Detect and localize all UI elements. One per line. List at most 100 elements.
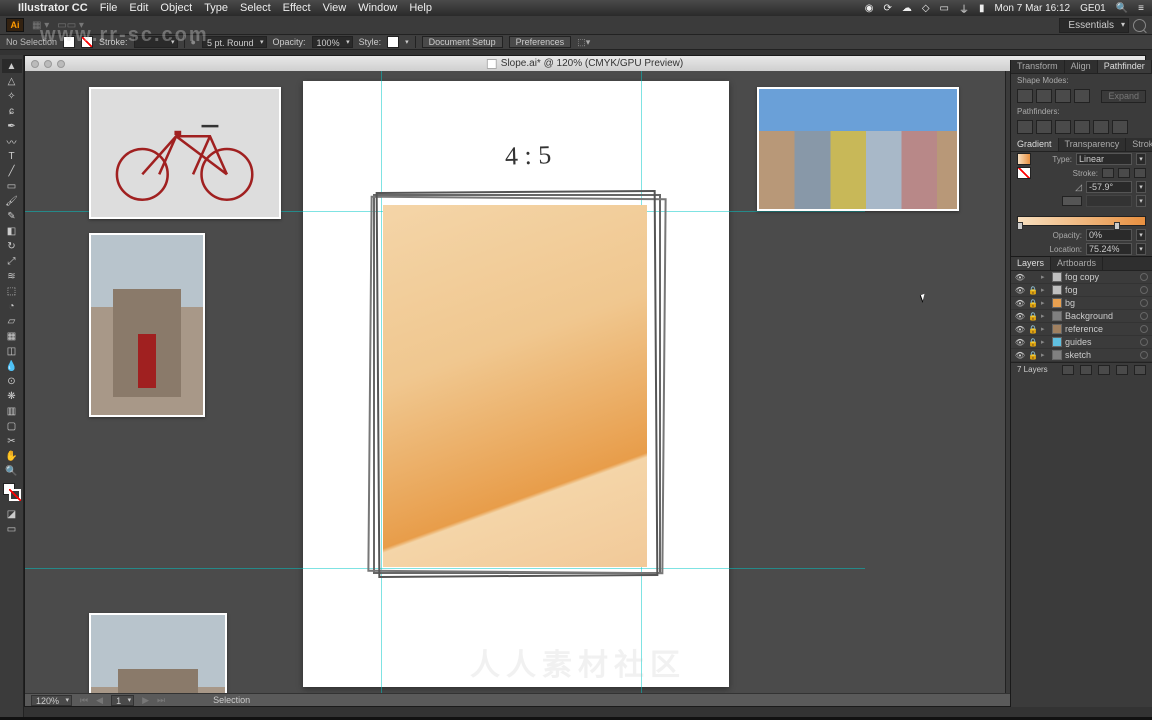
artboard-nav-first-icon[interactable]: ⏮ xyxy=(80,695,88,706)
twirl-icon[interactable]: ▸ xyxy=(1041,312,1049,320)
twirl-icon[interactable]: ▸ xyxy=(1041,286,1049,294)
pencil-tool[interactable]: ✎ xyxy=(2,209,22,223)
brush-dropdown[interactable]: 5 pt. Round xyxy=(202,36,267,48)
layer-row[interactable]: 👁🔒▸sketch xyxy=(1011,349,1152,362)
spotlight-icon[interactable]: 🔍 xyxy=(1116,3,1128,14)
new-sublayer-icon[interactable] xyxy=(1098,365,1110,375)
target-icon[interactable] xyxy=(1140,325,1148,333)
visibility-toggle-icon[interactable]: 👁 xyxy=(1015,272,1025,282)
dropdown-arrow-icon[interactable]: ▾ xyxy=(1136,195,1146,207)
make-clipping-mask-icon[interactable] xyxy=(1080,365,1092,375)
artboard-nav-prev-icon[interactable]: ◀ xyxy=(96,695,103,706)
lock-toggle-icon[interactable]: 🔒 xyxy=(1028,286,1038,295)
dropdown-arrow-icon[interactable]: ▾ xyxy=(1136,229,1146,241)
color-mode-icon[interactable]: ◪ xyxy=(2,507,22,521)
layer-row[interactable]: 👁🔒▸Background xyxy=(1011,310,1152,323)
menu-view[interactable]: View xyxy=(323,2,347,14)
magic-wand-tool[interactable]: ✧ xyxy=(2,89,22,103)
delete-layer-icon[interactable] xyxy=(1134,365,1146,375)
visibility-toggle-icon[interactable]: 👁 xyxy=(1015,298,1025,308)
align-to-icon[interactable]: ⬚▾ xyxy=(577,37,590,48)
status-wifi-icon[interactable]: ⏚ xyxy=(959,1,969,16)
arrange-icon[interactable]: ▭▭ ▾ xyxy=(57,20,84,31)
menu-type[interactable]: Type xyxy=(204,2,228,14)
aspect-ratio-icon[interactable] xyxy=(1062,196,1082,206)
twirl-icon[interactable]: ▸ xyxy=(1041,299,1049,307)
gradient-angle-field[interactable]: -57.9° xyxy=(1086,181,1132,193)
artboard-tool[interactable]: ▢ xyxy=(2,419,22,433)
window-minimize-button[interactable] xyxy=(44,60,52,68)
stroke-weight-field[interactable] xyxy=(134,36,178,48)
workspace-switcher[interactable]: Essentials xyxy=(1059,18,1129,33)
twirl-icon[interactable]: ▸ xyxy=(1041,325,1049,333)
tab-artboards[interactable]: Artboards xyxy=(1051,257,1103,270)
stroke-swatch[interactable] xyxy=(81,36,93,48)
paintbrush-tool[interactable]: 🖌 xyxy=(2,194,22,208)
gradient-tool[interactable]: ◫ xyxy=(2,344,22,358)
status-battery-icon[interactable]: ▮ xyxy=(979,3,985,14)
lock-toggle-icon[interactable]: 🔒 xyxy=(1028,299,1038,308)
unite-button[interactable] xyxy=(1017,89,1033,103)
divide-button[interactable] xyxy=(1017,120,1033,134)
status-display-icon[interactable]: ▭ xyxy=(940,3,949,14)
zoom-field[interactable]: 120% xyxy=(31,695,72,706)
menu-object[interactable]: Object xyxy=(160,2,192,14)
gradient-stop[interactable] xyxy=(1114,222,1120,230)
window-zoom-button[interactable] xyxy=(57,60,65,68)
tab-stroke[interactable]: Stroke xyxy=(1126,138,1152,151)
stroke-along-icon[interactable] xyxy=(1118,168,1130,178)
style-swatch[interactable] xyxy=(387,36,399,48)
curvature-tool[interactable]: 〰 xyxy=(2,134,22,148)
artboard-nav-next-icon[interactable]: ▶ xyxy=(142,695,149,706)
hand-tool[interactable]: ✋ xyxy=(2,449,22,463)
layer-name[interactable]: fog copy xyxy=(1065,272,1137,282)
gradient-location-field[interactable]: 75.24% xyxy=(1086,243,1132,255)
menubar-clock[interactable]: Mon 7 Mar 16:12 xyxy=(995,3,1071,14)
fill-stroke-indicator[interactable] xyxy=(3,483,21,501)
target-icon[interactable] xyxy=(1140,351,1148,359)
status-record-icon[interactable]: ◉ xyxy=(865,3,874,14)
symbol-sprayer-tool[interactable]: ❋ xyxy=(2,389,22,403)
window-close-button[interactable] xyxy=(31,60,39,68)
target-icon[interactable] xyxy=(1140,286,1148,294)
tab-layers[interactable]: Layers xyxy=(1011,257,1051,270)
visibility-toggle-icon[interactable]: 👁 xyxy=(1015,350,1025,360)
artboard-number-field[interactable]: 1 xyxy=(111,695,134,706)
layer-name[interactable]: bg xyxy=(1065,298,1137,308)
eraser-tool[interactable]: ◧ xyxy=(2,224,22,238)
minus-back-button[interactable] xyxy=(1112,120,1128,134)
stroke-within-icon[interactable] xyxy=(1102,168,1114,178)
expand-button[interactable]: Expand xyxy=(1101,90,1146,103)
tab-align[interactable]: Align xyxy=(1065,60,1098,73)
minus-front-button[interactable] xyxy=(1036,89,1052,103)
graph-tool[interactable]: ▥ xyxy=(2,404,22,418)
twirl-icon[interactable]: ▸ xyxy=(1041,338,1049,346)
dropdown-arrow-icon[interactable]: ▾ xyxy=(1136,181,1146,193)
lock-toggle-icon[interactable]: 🔒 xyxy=(1028,351,1038,360)
merge-button[interactable] xyxy=(1055,120,1071,134)
target-icon[interactable] xyxy=(1140,299,1148,307)
lock-toggle-icon[interactable]: 🔒 xyxy=(1028,338,1038,347)
tab-pathfinder[interactable]: Pathfinder xyxy=(1098,60,1152,73)
menubar-user[interactable]: GE01 xyxy=(1080,3,1106,14)
rotate-tool[interactable]: ↻ xyxy=(2,239,22,253)
line-tool[interactable]: ╱ xyxy=(2,164,22,178)
layer-name[interactable]: guides xyxy=(1065,337,1137,347)
notification-icon[interactable]: ≡ xyxy=(1138,3,1144,14)
scale-tool[interactable]: ⤢ xyxy=(2,254,22,268)
gradient-opacity-field[interactable]: 0% xyxy=(1086,229,1132,241)
visibility-toggle-icon[interactable]: 👁 xyxy=(1015,311,1025,321)
eyedropper-tool[interactable]: 💧 xyxy=(2,359,22,373)
menu-effect[interactable]: Effect xyxy=(283,2,311,14)
tab-gradient[interactable]: Gradient xyxy=(1011,138,1059,151)
trim-button[interactable] xyxy=(1036,120,1052,134)
slice-tool[interactable]: ✂ xyxy=(2,434,22,448)
menu-file[interactable]: File xyxy=(100,2,118,14)
outline-button[interactable] xyxy=(1093,120,1109,134)
exclude-button[interactable] xyxy=(1074,89,1090,103)
layer-row[interactable]: 👁🔒▸ bg xyxy=(1011,297,1152,310)
selection-tool[interactable]: ▲ xyxy=(2,59,22,73)
mesh-tool[interactable]: ▦ xyxy=(2,329,22,343)
lock-toggle-icon[interactable]: 🔒 xyxy=(1028,325,1038,334)
layer-name[interactable]: Background xyxy=(1065,311,1137,321)
